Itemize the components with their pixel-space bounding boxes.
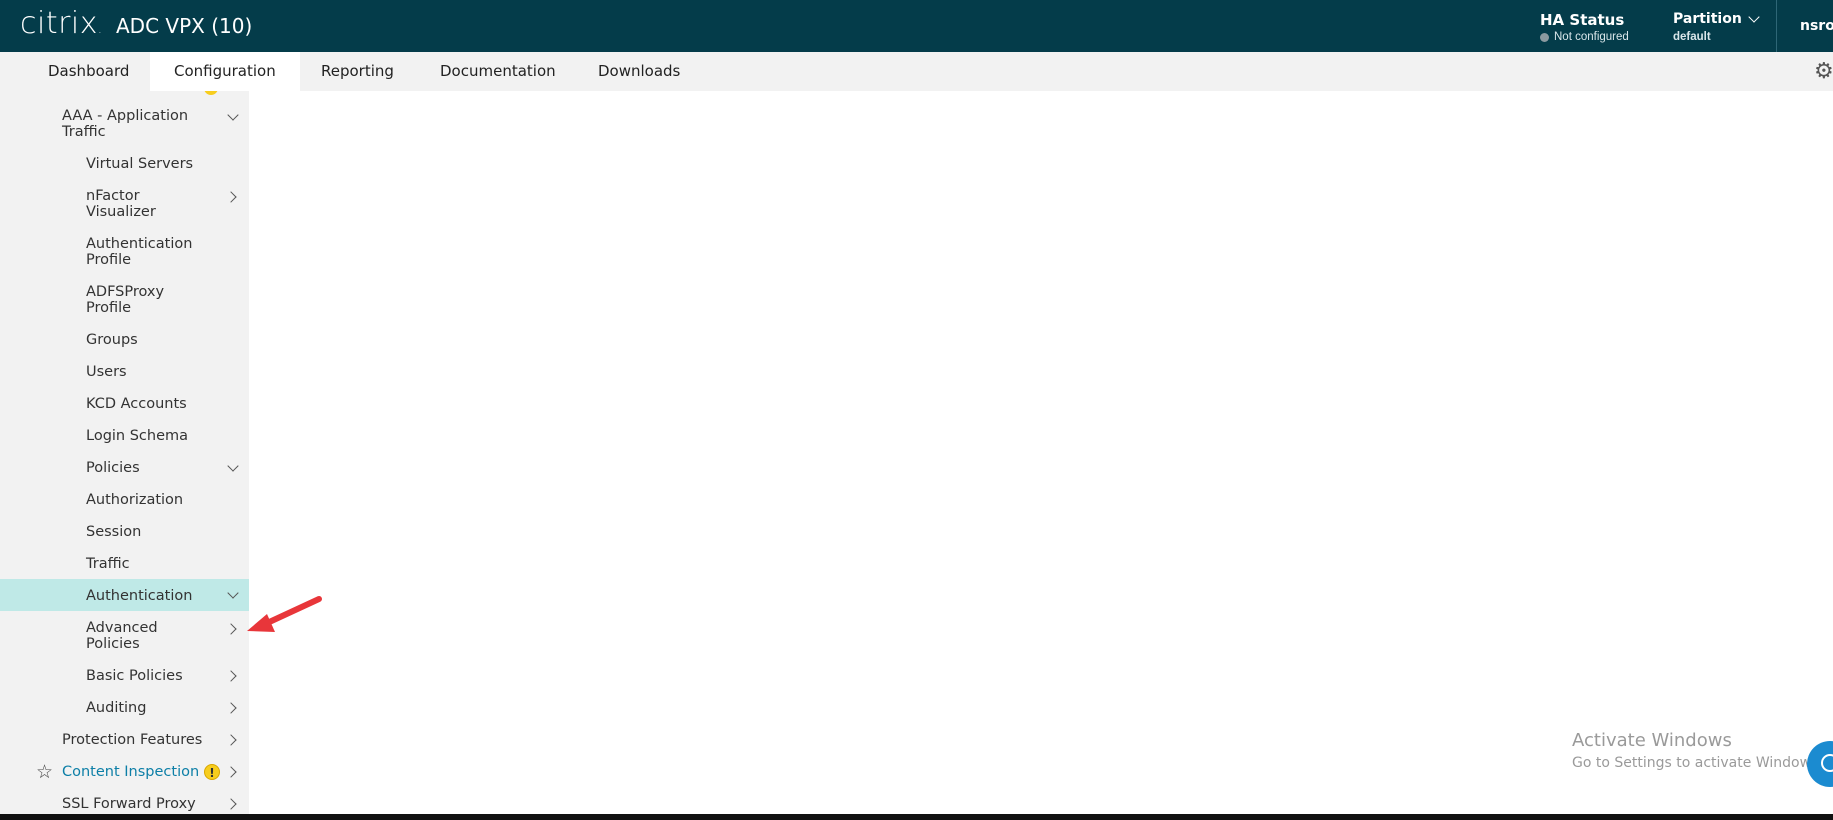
chevron-down-icon bbox=[1748, 11, 1760, 23]
chevron-right-icon bbox=[225, 766, 237, 778]
chevron-down-icon bbox=[227, 587, 239, 599]
sidebar-item-kcd-accounts[interactable]: KCD Accounts bbox=[0, 396, 249, 412]
gear-icon[interactable]: ⚙ bbox=[1814, 60, 1833, 82]
annotation-arrow-icon bbox=[247, 596, 322, 632]
tab-documentation[interactable]: Documentation bbox=[416, 52, 580, 91]
chevron-right-icon bbox=[225, 734, 237, 746]
app-title: ADC VPX (10) bbox=[116, 14, 253, 38]
sidebar-item-traffic[interactable]: Traffic bbox=[0, 556, 249, 572]
tab-configuration[interactable]: Configuration bbox=[150, 52, 300, 91]
sidebar: AAA - Application Traffic Virtual Server… bbox=[0, 91, 249, 814]
sidebar-item-basic-policies[interactable]: Basic Policies bbox=[0, 668, 249, 684]
sidebar-item-aaa-application-traffic[interactable]: AAA - Application Traffic bbox=[0, 108, 249, 140]
sidebar-item-session[interactable]: Session bbox=[0, 524, 249, 540]
sidebar-item-auditing[interactable]: Auditing bbox=[0, 700, 249, 716]
ha-status-value: Not configured bbox=[1540, 31, 1629, 43]
sidebar-item-policies[interactable]: Policies bbox=[0, 460, 249, 476]
sidebar-item-content-inspection[interactable]: ☆ Content Inspection ! bbox=[0, 763, 249, 782]
chevron-down-icon bbox=[227, 460, 239, 472]
top-header: citrix. ADC VPX (10) HA Status Not confi… bbox=[0, 0, 1833, 52]
chevron-right-icon bbox=[225, 191, 237, 203]
star-icon[interactable]: ☆ bbox=[36, 763, 53, 782]
sidebar-item-login-schema[interactable]: Login Schema bbox=[0, 428, 249, 444]
sidebar-item-authorization[interactable]: Authorization bbox=[0, 492, 249, 508]
sidebar-item-authentication-profile[interactable]: Authentication Profile bbox=[0, 236, 249, 268]
warning-icon: ! bbox=[204, 764, 220, 780]
header-divider bbox=[1776, 0, 1777, 52]
chevron-right-icon bbox=[225, 670, 237, 682]
tab-dashboard[interactable]: Dashboard bbox=[24, 52, 153, 91]
tab-downloads[interactable]: Downloads bbox=[574, 52, 704, 91]
chevron-right-icon bbox=[225, 798, 237, 810]
ha-status-label: HA Status bbox=[1540, 11, 1625, 29]
sidebar-item-protection-features[interactable]: Protection Features bbox=[0, 732, 249, 748]
chevron-right-icon bbox=[225, 702, 237, 714]
sidebar-item-adfsproxy-profile[interactable]: ADFSProxy Profile bbox=[0, 284, 249, 316]
chevron-down-icon bbox=[227, 109, 239, 121]
sidebar-item-authentication[interactable]: Authentication bbox=[0, 579, 249, 611]
citrix-logo[interactable]: citrix. bbox=[20, 6, 102, 41]
partition-label: Partition bbox=[1673, 11, 1742, 27]
ha-status[interactable]: HA Status Not configured bbox=[1540, 11, 1629, 43]
chevron-right-icon bbox=[225, 623, 237, 635]
partition-selector[interactable]: Partition default bbox=[1673, 11, 1760, 43]
user-menu[interactable]: nsroot bbox=[1800, 18, 1833, 34]
tab-reporting[interactable]: Reporting bbox=[297, 52, 418, 91]
activate-windows-watermark: Activate Windows Go to Settings to activ… bbox=[1572, 730, 1823, 771]
watermark-title: Activate Windows bbox=[1572, 730, 1732, 751]
sidebar-item-users[interactable]: Users bbox=[0, 364, 249, 380]
watermark-subtitle: Go to Settings to activate Windows. bbox=[1572, 755, 1823, 771]
warning-icon bbox=[204, 91, 218, 95]
sidebar-item-nfactor-visualizer[interactable]: nFactor Visualizer bbox=[0, 188, 249, 220]
main-nav: Dashboard Configuration Reporting Docume… bbox=[0, 52, 1833, 91]
bottom-edge bbox=[0, 814, 1833, 820]
status-dot-icon bbox=[1540, 32, 1549, 42]
partition-value: default bbox=[1673, 31, 1711, 43]
sidebar-item-groups[interactable]: Groups bbox=[0, 332, 249, 348]
sidebar-item-ssl-forward-proxy[interactable]: SSL Forward Proxy bbox=[0, 796, 249, 812]
sidebar-item-advanced-policies[interactable]: Advanced Policies bbox=[0, 620, 249, 652]
sidebar-item-virtual-servers[interactable]: Virtual Servers bbox=[0, 156, 249, 172]
